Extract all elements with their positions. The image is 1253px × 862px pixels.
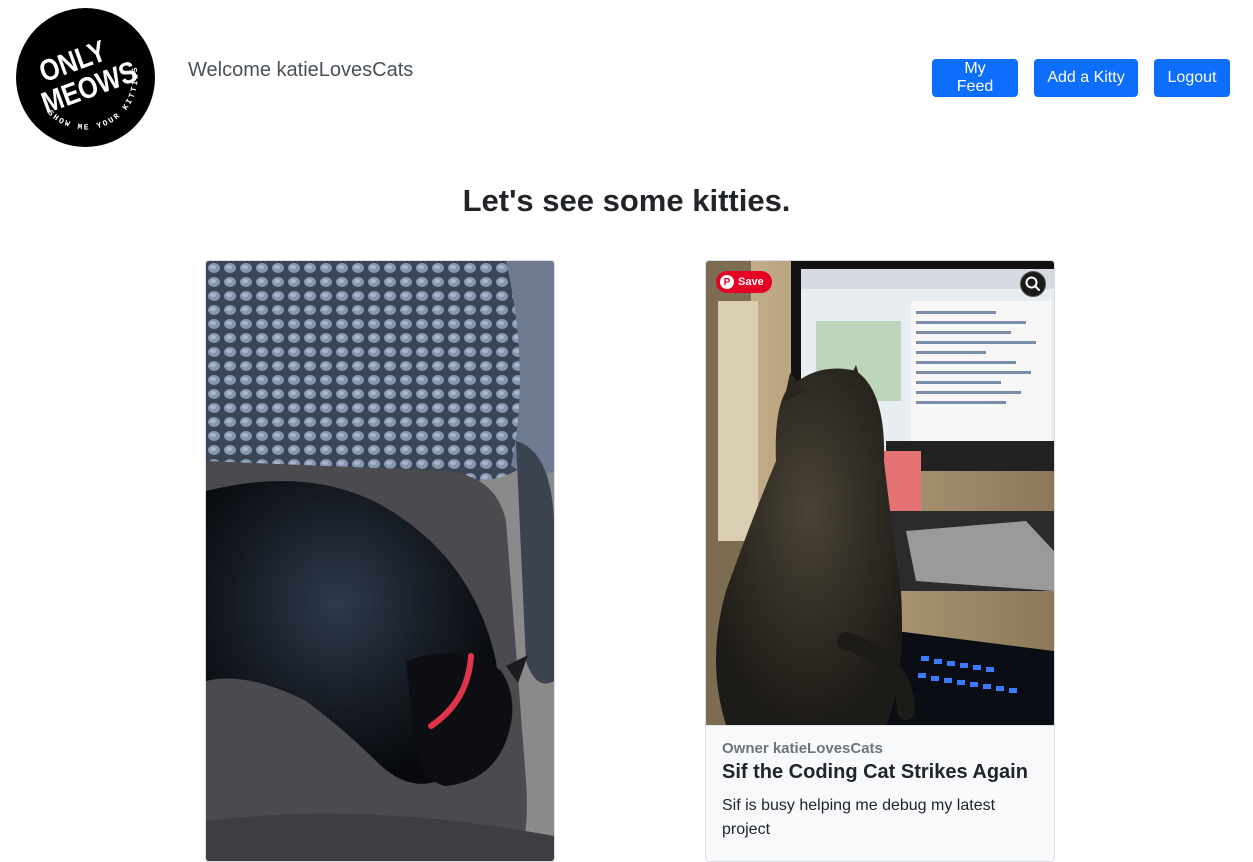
logo-graphic: ONLY MEOWS SHOW ME YOUR KITTIES bbox=[35, 34, 142, 133]
welcome-message: Welcome katieLovesCats bbox=[188, 59, 414, 81]
card-owner: Owner katieLovesCats bbox=[722, 740, 883, 757]
add-kitty-button[interactable]: Add a Kitty bbox=[1034, 59, 1138, 97]
logout-button[interactable]: Logout bbox=[1154, 59, 1230, 97]
kitty-photo bbox=[206, 261, 554, 861]
card-title: Sif the Coding Cat Strikes Again bbox=[722, 761, 1028, 783]
only-meows-logo[interactable]: ONLY MEOWS SHOW ME YOUR KITTIES bbox=[16, 8, 155, 147]
my-feed-button[interactable]: My Feed bbox=[932, 59, 1018, 97]
visual-search-icon[interactable] bbox=[1020, 271, 1046, 297]
save-label: Save bbox=[738, 276, 764, 288]
kitty-card[interactable]: P Save Owner katieLovesCats Sif the Codi… bbox=[705, 260, 1055, 862]
kitty-photo bbox=[706, 261, 1054, 725]
page-heading: Let's see some kitties. bbox=[462, 183, 791, 218]
pinterest-save-button[interactable]: P Save bbox=[716, 271, 772, 293]
pinterest-icon: P bbox=[720, 275, 734, 289]
kitty-card[interactable] bbox=[205, 260, 555, 862]
card-body: Owner katieLovesCats Sif the Coding Cat … bbox=[706, 725, 1054, 861]
